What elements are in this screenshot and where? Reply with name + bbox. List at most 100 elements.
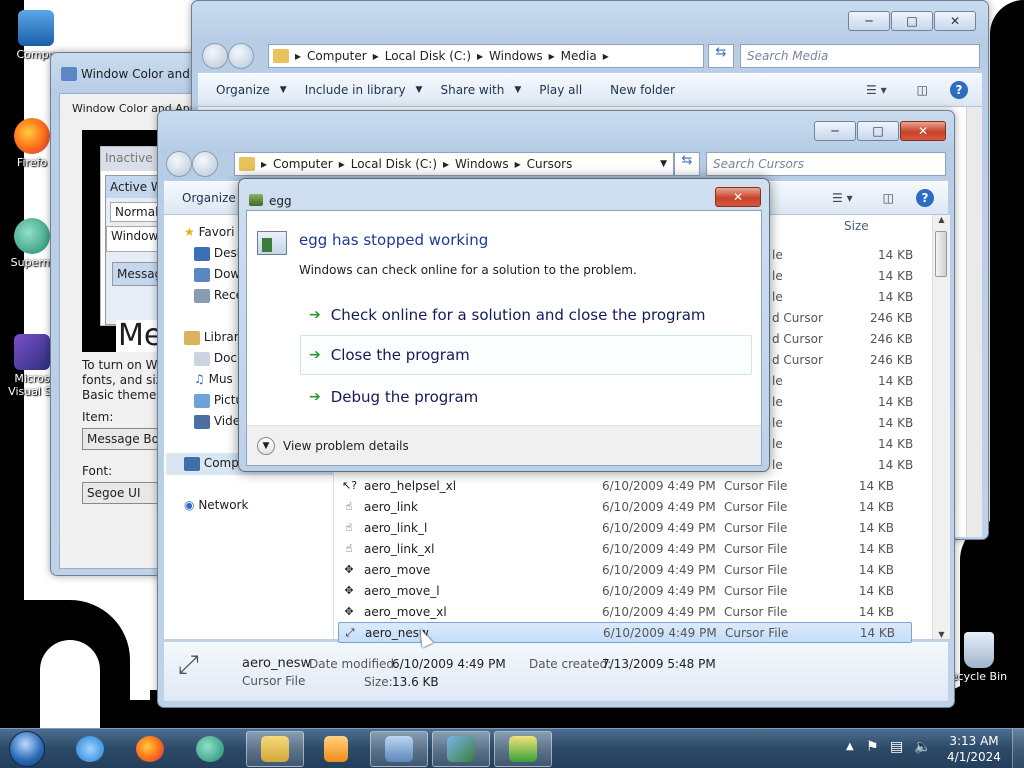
breadcrumb-item[interactable]: Computer <box>273 157 333 171</box>
internet-explorer-icon <box>76 736 104 762</box>
table-row[interactable]: ✥ aero_move_l 6/10/2009 4:49 PM Cursor F… <box>338 580 912 601</box>
nav-libraries[interactable]: Librari <box>184 330 242 345</box>
network-icon[interactable]: ▤ <box>890 739 903 755</box>
new-folder-button[interactable]: New folder <box>610 83 675 97</box>
taskbar-explorer[interactable] <box>246 731 304 767</box>
taskbar-egg[interactable] <box>494 731 552 767</box>
volume-icon[interactable]: 🔈 <box>914 739 931 755</box>
close-button[interactable]: ✕ <box>934 11 976 31</box>
breadcrumb-item[interactable]: Windows <box>489 49 543 63</box>
dialog-close-button[interactable]: ✕ <box>715 187 761 207</box>
back-button[interactable] <box>166 151 192 177</box>
expand-details-icon[interactable]: ▼ <box>257 436 275 455</box>
close-program-option[interactable]: ➔ Close the program <box>300 335 752 375</box>
maximize-button[interactable]: □ <box>891 11 933 31</box>
address-dropdown-icon[interactable]: ▼ <box>660 159 667 169</box>
show-hidden-icons[interactable]: ▲ <box>846 741 854 752</box>
move-cursor-icon: ✥ <box>344 605 354 618</box>
table-row[interactable]: ☝ aero_link_l 6/10/2009 4:49 PM Cursor F… <box>338 517 912 538</box>
nav-videos[interactable]: Vide <box>194 414 240 429</box>
forward-button[interactable] <box>192 151 218 177</box>
table-row[interactable]: ↖? aero_helpsel_xl 6/10/2009 4:49 PM Cur… <box>338 475 912 496</box>
nav-downloads[interactable]: Dow <box>194 267 240 282</box>
close-button[interactable]: ✕ <box>900 121 946 141</box>
partial-type: d Cursor <box>772 311 823 325</box>
nav-network[interactable]: ◉ Network <box>184 498 248 512</box>
table-row[interactable]: ☝ aero_link_xl 6/10/2009 4:49 PM Cursor … <box>338 538 912 559</box>
media-search-input[interactable]: Search Media <box>740 44 980 68</box>
media-scrollbar[interactable] <box>966 107 982 537</box>
column-header-size[interactable]: Size <box>844 219 869 233</box>
table-row[interactable]: ✥ aero_move 6/10/2009 4:49 PM Cursor Fil… <box>338 559 912 580</box>
hand-cursor-icon: ☝ <box>345 500 353 513</box>
table-row[interactable]: ✥ aero_move_xl 6/10/2009 4:49 PM Cursor … <box>338 601 912 622</box>
start-button[interactable] <box>4 731 50 767</box>
minimize-button[interactable]: ─ <box>814 121 856 141</box>
taskbar-ie[interactable] <box>62 731 118 767</box>
partial-type: le <box>772 269 783 283</box>
view-options-icon[interactable]: ☰ ▾ <box>832 191 853 205</box>
window-title: Window Color and A <box>81 67 200 81</box>
help-icon[interactable]: ? <box>950 81 968 99</box>
debug-program-option[interactable]: ➔ Debug the program <box>301 377 753 417</box>
media-caption-buttons: ─ □ ✕ <box>847 11 976 31</box>
help-icon[interactable]: ? <box>916 189 934 207</box>
preview-pane-icon[interactable]: ◫ <box>883 191 894 205</box>
file-date: 6/10/2009 4:49 PM <box>602 604 716 619</box>
include-in-library-menu[interactable]: Include in library <box>305 83 406 97</box>
file-list-scrollbar[interactable]: ▲ ▼ <box>932 215 950 639</box>
nav-music[interactable]: ♫ Mus <box>194 372 233 386</box>
share-with-menu[interactable]: Share with <box>440 83 504 97</box>
show-desktop-button[interactable] <box>1012 729 1024 768</box>
organize-menu[interactable]: Organize <box>182 191 236 205</box>
recent-places-icon <box>194 288 210 303</box>
refresh-button[interactable]: ⇆ <box>708 44 734 68</box>
firefox-icon <box>14 118 50 154</box>
partial-type: le <box>772 416 783 430</box>
play-all-button[interactable]: Play all <box>539 83 582 97</box>
taskbar-media-player[interactable] <box>308 731 364 767</box>
chevron-down-icon: ▼ <box>415 85 423 95</box>
nav-desktop[interactable]: Desk <box>194 246 244 261</box>
partial-size: 246 KB <box>870 311 913 325</box>
taskbar-app[interactable] <box>182 731 238 767</box>
file-size: 14 KB <box>859 625 895 640</box>
check-online-option[interactable]: ➔ Check online for a solution and close t… <box>301 295 753 335</box>
taskbar-window-color[interactable] <box>432 731 490 767</box>
taskbar: ▲ ⚑ ▤ 🔈 3:13 AM 4/1/2024 <box>0 728 1024 768</box>
taskbar-firefox[interactable] <box>122 731 178 767</box>
cursors-address-bar[interactable]: ▸ Computer ▸ Local Disk (C:) ▸ Windows ▸ Cu… <box>234 152 674 176</box>
documents-icon <box>194 351 210 366</box>
nav-favorites[interactable]: ★ Favori <box>184 225 234 239</box>
scroll-down-icon[interactable]: ▼ <box>933 630 950 639</box>
cursors-search-input[interactable]: Search Cursors <box>706 152 946 176</box>
forward-button[interactable] <box>228 43 254 69</box>
breadcrumb-item[interactable]: Computer <box>307 49 367 63</box>
scroll-up-icon[interactable]: ▲ <box>933 215 950 224</box>
chevron-right-icon: ▸ <box>477 49 484 63</box>
breadcrumb-item[interactable]: Local Disk (C:) <box>351 157 437 171</box>
clock[interactable]: 3:13 AM 4/1/2024 <box>942 733 1006 765</box>
table-row[interactable]: ☝ aero_link 6/10/2009 4:49 PM Cursor Fil… <box>338 496 912 517</box>
media-address-bar[interactable]: ▸ Computer ▸ Local Disk (C:) ▸ Windows ▸ Me… <box>268 44 704 68</box>
error-dialog[interactable]: egg ✕ egg has stopped working Windows ca… <box>238 178 770 472</box>
breadcrumb-item[interactable]: Media <box>561 49 597 63</box>
nav-recent[interactable]: Rece <box>194 288 243 303</box>
view-problem-details-link[interactable]: View problem details <box>283 439 409 453</box>
back-button[interactable] <box>202 43 228 69</box>
breadcrumb-item[interactable]: Cursors <box>527 157 573 171</box>
window-color-icon <box>61 67 77 81</box>
scrollbar-thumb[interactable] <box>935 231 947 277</box>
breadcrumb-item[interactable]: Local Disk (C:) <box>385 49 471 63</box>
file-type: Cursor File <box>725 625 789 640</box>
nav-pictures[interactable]: Pictu <box>194 393 243 408</box>
minimize-button[interactable]: ─ <box>848 11 890 31</box>
maximize-button[interactable]: □ <box>857 121 899 141</box>
organize-menu[interactable]: Organize <box>216 83 270 97</box>
taskbar-control-panel[interactable] <box>370 731 428 767</box>
breadcrumb-item[interactable]: Windows <box>455 157 509 171</box>
flag-icon[interactable]: ⚑ <box>866 739 879 755</box>
refresh-button[interactable]: ⇆ <box>674 152 700 176</box>
view-options-icon[interactable]: ☰ ▾ <box>866 83 887 97</box>
preview-pane-icon[interactable]: ◫ <box>917 83 928 97</box>
